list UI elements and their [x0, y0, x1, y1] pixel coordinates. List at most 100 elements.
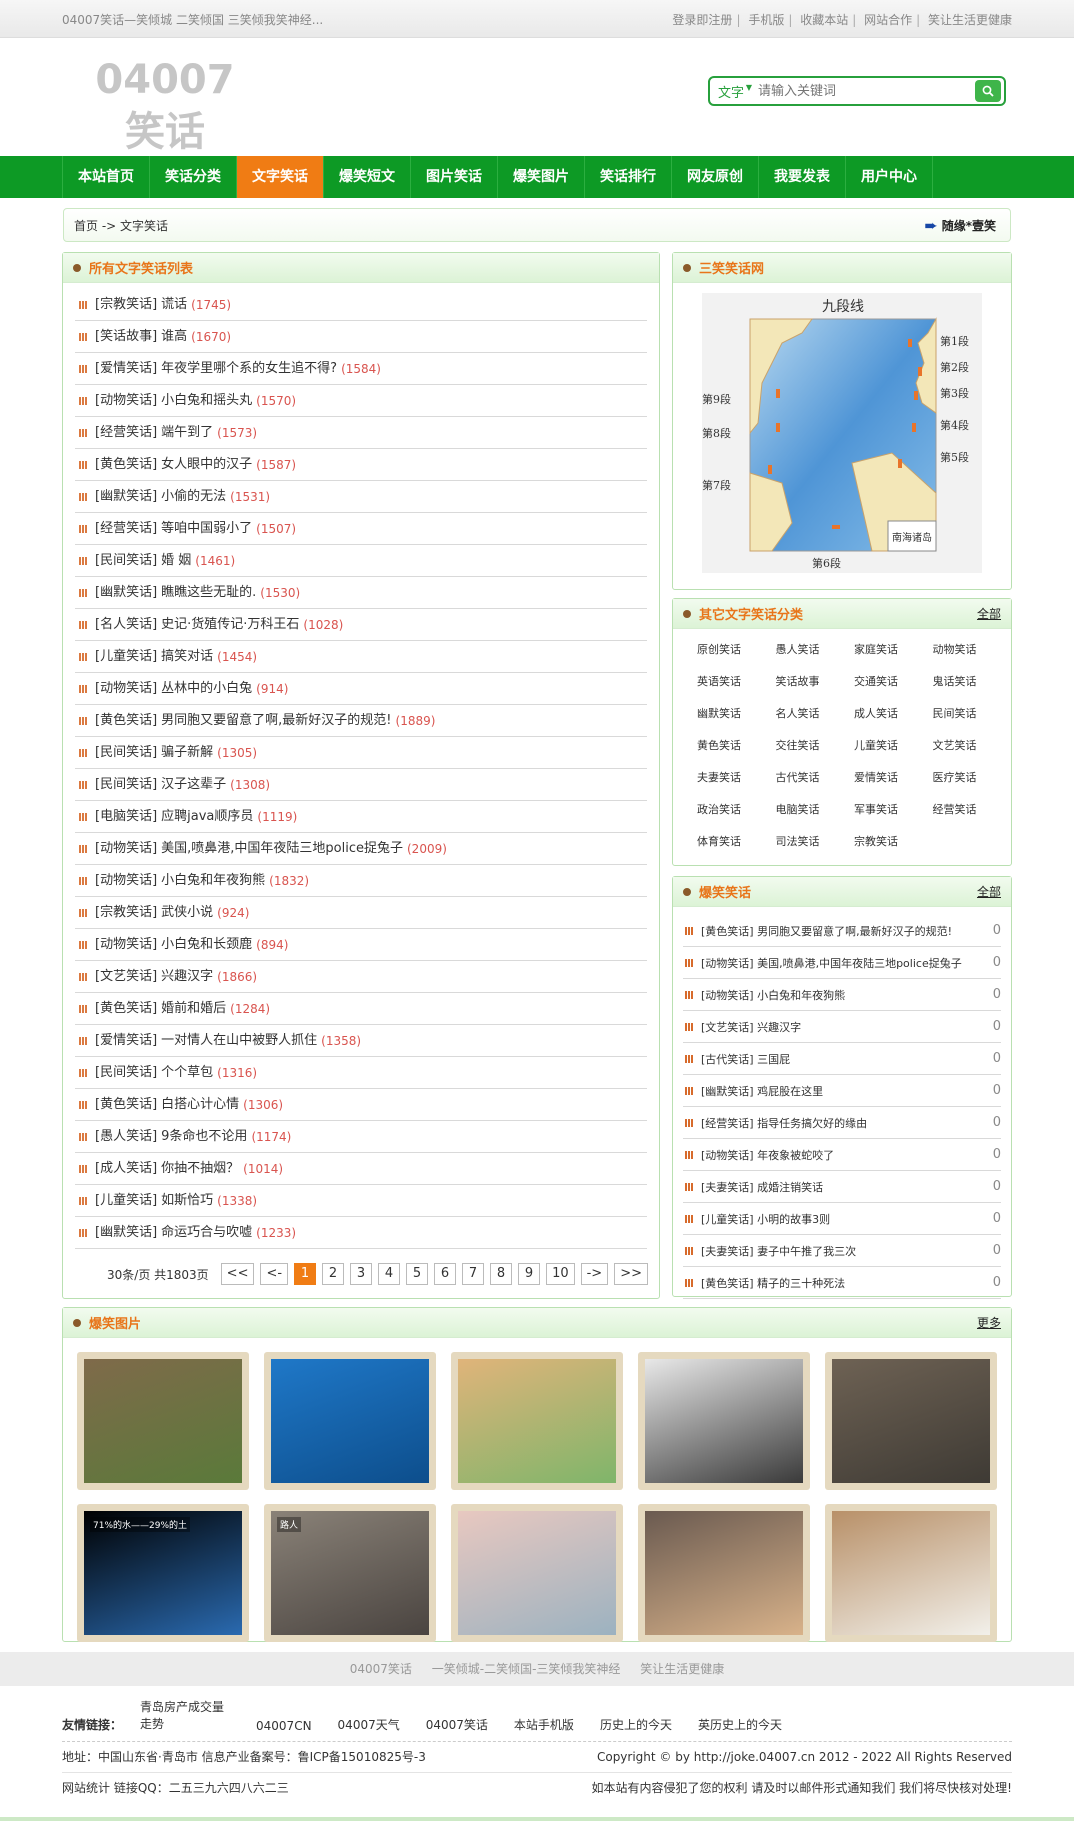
page-button[interactable]: 8	[490, 1263, 513, 1285]
list-item[interactable]: [民间笑话] 个个草包 (1316)	[75, 1057, 647, 1089]
joke-title-link[interactable]: [笑话故事]	[95, 321, 157, 353]
list-item[interactable]: [儿童笑话] 如斯恰巧 (1338)	[75, 1185, 647, 1217]
all-categories-link[interactable]: 全部	[977, 605, 1001, 622]
list-item[interactable]: [爱情笑话] 年夜学里哪个系的女生追不得? (1584)	[75, 353, 647, 385]
joke-title-link[interactable]: [经营笑话]	[95, 513, 157, 545]
joke-title-link[interactable]: [名人笑话]	[95, 609, 157, 641]
list-item[interactable]: [经营笑话] 等咱中国弱小了 (1507)	[75, 513, 647, 545]
footer-link[interactable]: 04007笑话	[350, 1662, 412, 1676]
friend-link[interactable]: 04007天气	[338, 1716, 400, 1741]
friend-link[interactable]: 本站手机版	[514, 1716, 574, 1741]
joke-title-link[interactable]: [动物笑话]	[95, 833, 157, 865]
joke-title-link[interactable]: [动物笑话]	[95, 929, 157, 961]
list-item[interactable]: [经营笑话] 端午到了 (1573)	[75, 417, 647, 449]
joke-title-link[interactable]: [儿童笑话]	[95, 1185, 157, 1217]
list-item[interactable]: [电脑笑话] 应聘java顺序员 (1119)	[75, 801, 647, 833]
all-hot-jokes-link[interactable]: 全部	[977, 883, 1001, 900]
nav-short-jokes[interactable]: 爆笑短文	[324, 156, 411, 198]
page-button[interactable]: <<	[220, 1263, 255, 1285]
category-link[interactable]: 愚人笑话	[776, 641, 855, 659]
list-item[interactable]: [动物笑话] 年夜象被蛇咬了 0	[683, 1139, 1001, 1171]
page-button[interactable]: 3	[350, 1263, 373, 1285]
picture-thumbnail[interactable]	[451, 1504, 623, 1642]
hot-joke-link[interactable]: [夫妻笑话] 妻子中午推了我三次	[701, 1243, 985, 1259]
joke-title[interactable]: 年夜学里哪个系的女生追不得?	[161, 353, 337, 385]
list-item[interactable]: [动物笑话] 小白兔和长颈鹿 (894)	[75, 929, 647, 961]
list-item[interactable]: [名人笑话] 史记·货殖传记·万科王石 (1028)	[75, 609, 647, 641]
category-link[interactable]: 体育笑话	[697, 833, 776, 851]
category-link[interactable]: 黄色笑话	[697, 737, 776, 755]
page-button[interactable]: 7	[462, 1263, 485, 1285]
joke-title[interactable]: 丛林中的小白兔	[161, 673, 252, 705]
joke-title[interactable]: 小白兔和年夜狗熊	[161, 865, 265, 897]
nav-funny-pictures[interactable]: 爆笑图片	[498, 156, 585, 198]
picture-thumbnail[interactable]	[264, 1352, 436, 1490]
nav-post[interactable]: 我要发表	[759, 156, 846, 198]
nav-original[interactable]: 网友原创	[672, 156, 759, 198]
nav-home[interactable]: 本站首页	[63, 156, 150, 198]
joke-title-link[interactable]: [文艺笑话]	[95, 961, 157, 993]
list-item[interactable]: [文艺笑话] 兴趣汉字 (1866)	[75, 961, 647, 993]
nav-categories[interactable]: 笑话分类	[150, 156, 237, 198]
picture-thumbnail[interactable]: 71%的水——29%的土	[77, 1504, 249, 1642]
list-item[interactable]: [动物笑话] 小白兔和年夜狗熊 (1832)	[75, 865, 647, 897]
hot-joke-link[interactable]: [夫妻笑话] 成婚注销笑话	[701, 1179, 985, 1195]
joke-title[interactable]: 命运巧合与吹嘘	[161, 1217, 252, 1249]
list-item[interactable]: [黄色笑话] 婚前和婚后 (1284)	[75, 993, 647, 1025]
joke-title[interactable]: 美国,喷鼻港,中国年夜陆三地police捉兔子	[161, 833, 403, 865]
category-link[interactable]: 政治笑话	[697, 801, 776, 819]
breadcrumb-home[interactable]: 首页	[74, 219, 98, 233]
list-item[interactable]: [动物笑话] 小白兔和摇头丸 (1570)	[75, 385, 647, 417]
joke-title[interactable]: 武侠小说	[161, 897, 213, 929]
nav-picture-jokes[interactable]: 图片笑话	[411, 156, 498, 198]
category-link[interactable]: 文艺笑话	[933, 737, 1012, 755]
list-item[interactable]: [夫妻笑话] 妻子中午推了我三次 0	[683, 1235, 1001, 1267]
list-item[interactable]: [动物笑话] 丛林中的小白兔 (914)	[75, 673, 647, 705]
page-button[interactable]: 4	[378, 1263, 401, 1285]
friend-link[interactable]: 英历史上的今天	[698, 1716, 782, 1741]
search-button[interactable]	[975, 80, 1001, 102]
joke-title-link[interactable]: [幽默笑话]	[95, 577, 157, 609]
category-link[interactable]: 名人笑话	[776, 705, 855, 723]
list-item[interactable]: [文艺笑话] 兴趣汉字 0	[683, 1011, 1001, 1043]
category-link[interactable]: 鬼话笑话	[933, 673, 1012, 691]
joke-title[interactable]: 婚 姻	[161, 545, 191, 577]
hot-joke-link[interactable]: [黄色笑话] 男同胞又要留意了啊,最新好汉子的规范!	[701, 923, 985, 939]
category-link[interactable]: 夫妻笑话	[697, 769, 776, 787]
joke-title[interactable]: 骗子新解	[161, 737, 213, 769]
search-input[interactable]	[754, 79, 975, 103]
page-button[interactable]: 10	[546, 1263, 575, 1285]
list-item[interactable]: [经营笑话] 指导任务搞欠好的缘由 0	[683, 1107, 1001, 1139]
hot-joke-link[interactable]: [动物笑话] 年夜象被蛇咬了	[701, 1147, 985, 1163]
hot-joke-link[interactable]: [经营笑话] 指导任务搞欠好的缘由	[701, 1115, 985, 1131]
joke-title[interactable]: 谎话	[161, 289, 187, 321]
hot-joke-link[interactable]: [古代笑话] 三国屁	[701, 1051, 985, 1067]
nav-ranking[interactable]: 笑话排行	[585, 156, 672, 198]
site-logo[interactable]: 04007笑话	[80, 54, 250, 158]
list-item[interactable]: [愚人笑话] 9条命也不论用 (1174)	[75, 1121, 647, 1153]
list-item[interactable]: [成人笑话] 你抽不抽烟？ (1014)	[75, 1153, 647, 1185]
picture-thumbnail[interactable]	[638, 1504, 810, 1642]
friend-link[interactable]: 04007CN	[256, 1719, 312, 1741]
joke-title-link[interactable]: [黄色笑话]	[95, 705, 157, 737]
joke-title[interactable]: 9条命也不论用	[161, 1121, 247, 1153]
list-item[interactable]: [宗教笑话] 武侠小说 (924)	[75, 897, 647, 929]
breadcrumb-current[interactable]: 文字笑话	[120, 219, 168, 233]
joke-title[interactable]: 个个草包	[161, 1057, 213, 1089]
picture-thumbnail[interactable]	[77, 1352, 249, 1490]
search-type-select[interactable]: 文字 ▼	[710, 82, 754, 101]
category-link[interactable]: 原创笑话	[697, 641, 776, 659]
category-link[interactable]: 儿童笑话	[854, 737, 933, 755]
joke-title[interactable]: 史记·货殖传记·万科王石	[161, 609, 299, 641]
hot-joke-link[interactable]: [儿童笑话] 小明的故事3则	[701, 1211, 985, 1227]
page-button[interactable]: 1	[294, 1263, 317, 1285]
page-button[interactable]: 9	[518, 1263, 541, 1285]
joke-title-link[interactable]: [黄色笑话]	[95, 993, 157, 1025]
joke-title-link[interactable]: [黄色笑话]	[95, 1089, 157, 1121]
list-item[interactable]: [黄色笑话] 精子的三十种死法 0	[683, 1267, 1001, 1299]
list-item[interactable]: [黄色笑话] 男同胞又要留意了啊,最新好汉子的规范! 0	[683, 915, 1001, 947]
joke-title-link[interactable]: [愚人笑话]	[95, 1121, 157, 1153]
category-link[interactable]: 古代笑话	[776, 769, 855, 787]
joke-title[interactable]: 如斯恰巧	[161, 1185, 213, 1217]
joke-title[interactable]: 瞧瞧这些无耻的.	[161, 577, 256, 609]
